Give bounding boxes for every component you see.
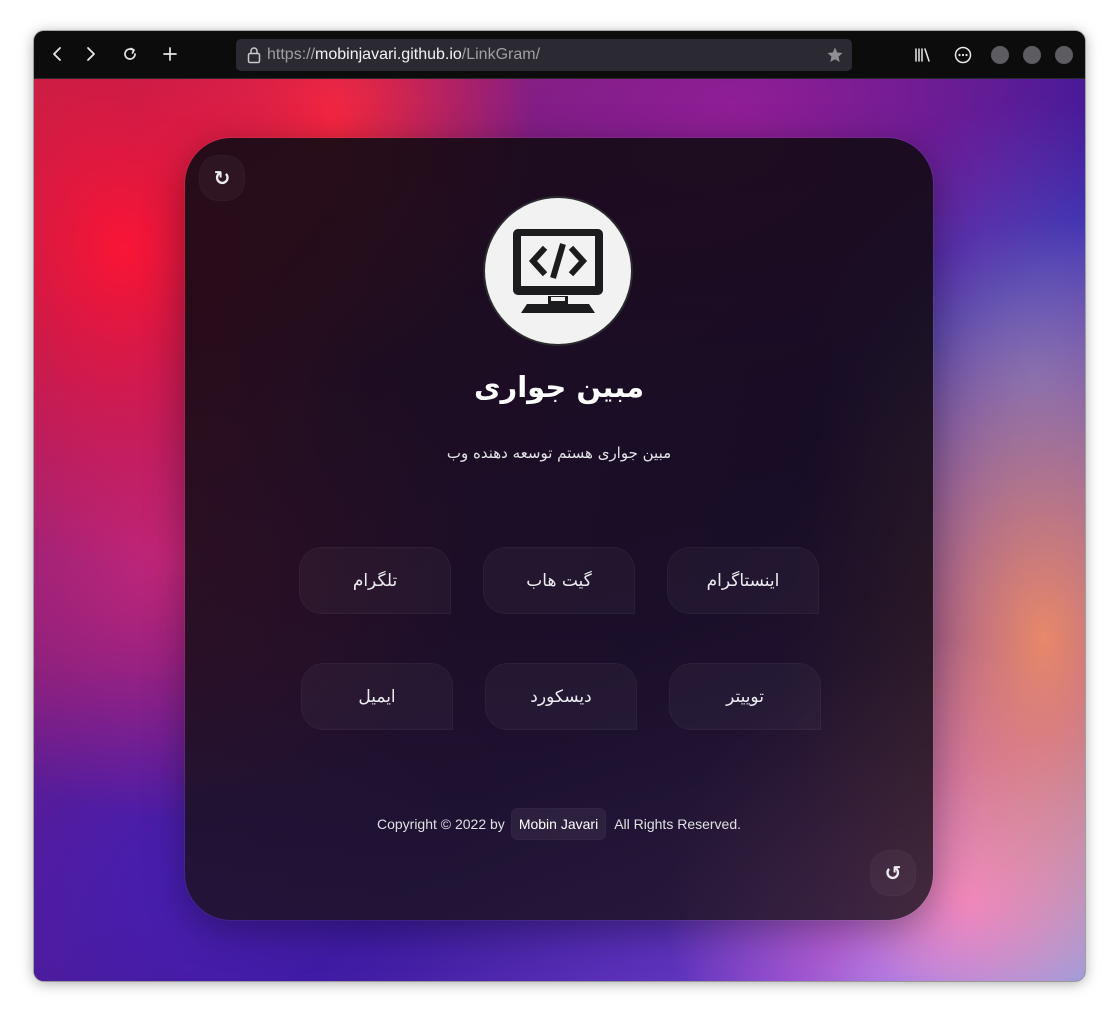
link-button-instagram[interactable]: اینستاگرام [668,548,818,613]
url-text: https://mobinjavari.github.io/LinkGram/ [267,45,540,65]
refresh-button-bottom[interactable]: ↺ [871,851,915,895]
footer-rights: All Rights Reserved. [614,816,742,832]
avatar [485,198,631,344]
profile-name: مبین جواری [473,370,645,404]
footer: Copyright © 2022 by Mobin Javari All Rig… [185,809,933,839]
browser-window: https://mobinjavari.github.io/LinkGram/ [34,31,1085,981]
bookmark-star-icon[interactable] [826,46,844,64]
reload-button[interactable] [115,39,145,69]
minimize-window-button[interactable] [991,46,1009,64]
library-icon[interactable] [911,43,935,67]
maximize-window-button[interactable] [1023,46,1041,64]
link-button-email[interactable]: ایمیل [302,664,452,729]
back-button[interactable] [43,39,73,69]
url-host: mobinjavari.github.io [315,46,462,63]
link-button-discord[interactable]: دیسکورد [486,664,636,729]
plus-icon [163,47,177,61]
close-window-button[interactable] [1055,46,1073,64]
profile-card: ↻ مبین جواری مبین جواری هستم توسعه دهنده… [185,138,933,920]
code-monitor-icon [513,229,603,313]
more-options-icon[interactable] [951,43,975,67]
new-tab-button[interactable] [155,39,185,69]
lock-icon [247,47,261,64]
profile-bio: مبین جواری هستم توسعه دهنده وب [446,444,672,462]
refresh-button-top[interactable]: ↻ [200,156,244,200]
url-scheme: https:// [267,46,316,63]
author-link[interactable]: Mobin Javari [511,809,606,839]
rotate-ccw-icon: ↺ [884,861,902,885]
rotate-cw-icon: ↻ [213,166,231,190]
url-path: /LinkGram/ [461,46,541,63]
link-button-twitter[interactable]: توییتر [670,664,820,729]
address-bar[interactable]: https://mobinjavari.github.io/LinkGram/ [236,39,852,71]
footer-copyright: Copyright © 2022 by [376,816,505,832]
link-button-github[interactable]: گیت هاب [484,548,634,613]
page-viewport: ↻ مبین جواری مبین جواری هستم توسعه دهنده… [34,79,1085,981]
chevron-right-icon [87,47,95,61]
reload-icon [124,47,136,60]
link-button-telegram[interactable]: تلگرام [300,548,450,613]
browser-toolbar: https://mobinjavari.github.io/LinkGram/ [34,31,1085,79]
chevron-left-icon [53,47,61,61]
forward-button[interactable] [75,39,105,69]
